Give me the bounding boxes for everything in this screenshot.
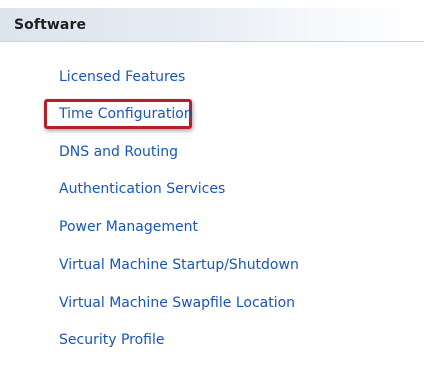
dns-and-routing-link[interactable]: DNS and Routing (59, 143, 178, 161)
security-profile-link[interactable]: Security Profile (59, 331, 164, 349)
time-configuration-link[interactable]: Time Configuration (59, 105, 193, 123)
licensed-features-link[interactable]: Licensed Features (59, 68, 185, 86)
power-management-link[interactable]: Power Management (59, 218, 198, 236)
vm-startup-shutdown-link[interactable]: Virtual Machine Startup/Shutdown (59, 256, 299, 274)
vm-swapfile-location-link[interactable]: Virtual Machine Swapfile Location (59, 294, 295, 312)
software-links-list: Licensed Features Time Configuration DNS… (0, 0, 424, 367)
authentication-services-link[interactable]: Authentication Services (59, 180, 225, 198)
